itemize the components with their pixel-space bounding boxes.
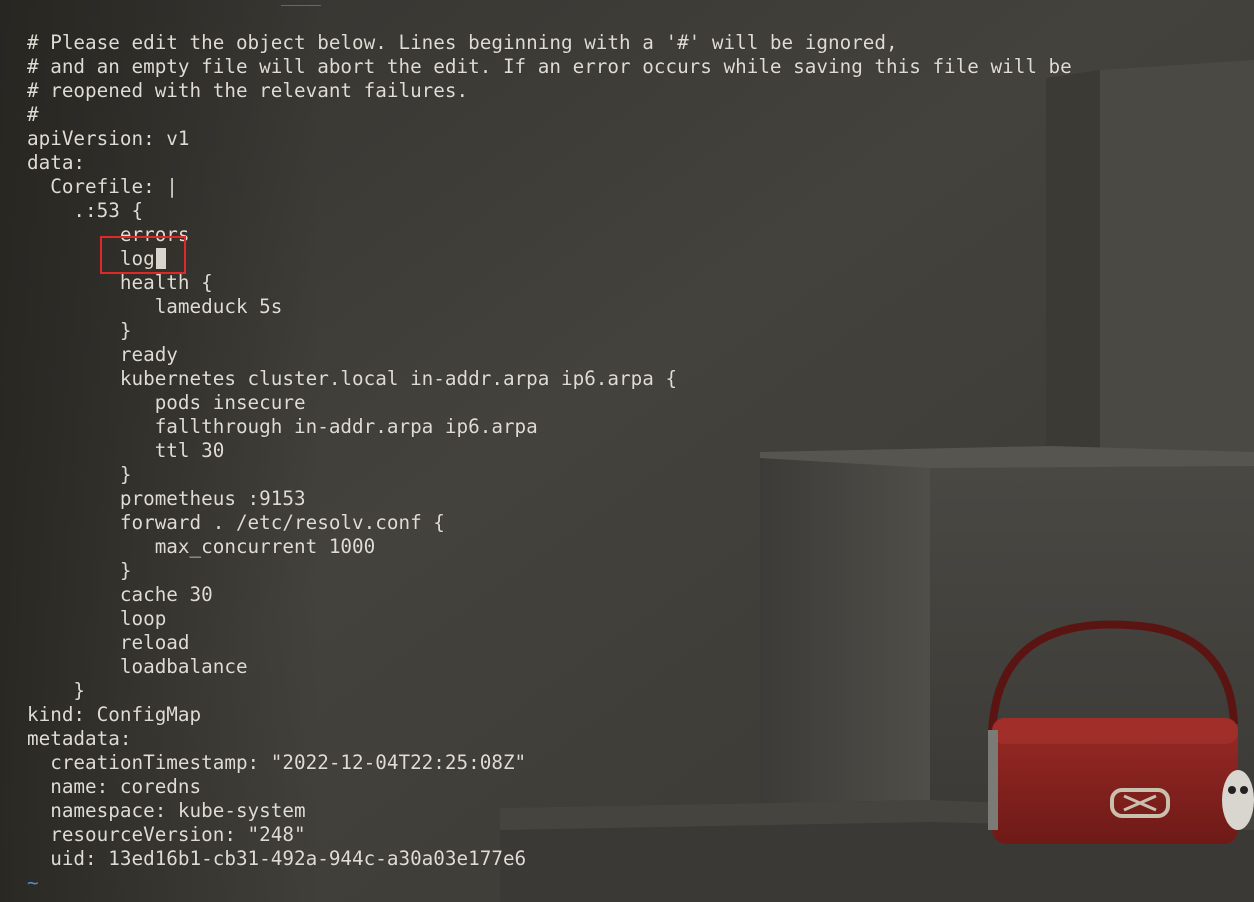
editor-line-text: lameduck 5s <box>27 295 283 318</box>
editor-line[interactable]: } <box>27 463 1072 487</box>
editor-line[interactable]: fallthrough in-addr.arpa ip6.arpa <box>27 415 1072 439</box>
editor-line-text: } <box>27 679 86 702</box>
editor-line-text: Corefile: | <box>27 175 178 198</box>
terminal-window[interactable]: # Please edit the object below. Lines be… <box>0 0 1254 902</box>
editor-line-text: uid: 13ed16b1-cb31-492a-944c-a30a03e177e… <box>27 847 527 870</box>
editor-line[interactable]: # <box>27 103 1072 127</box>
editor-line-text: ttl 30 <box>27 439 225 462</box>
editor-line-text: apiVersion: v1 <box>27 127 190 150</box>
window-edge-marker <box>281 5 321 6</box>
editor-line-text: # and an empty file will abort the edit.… <box>27 55 1072 78</box>
editor-line[interactable]: } <box>27 679 1072 703</box>
editor-line[interactable]: apiVersion: v1 <box>27 127 1072 151</box>
editor-line-text: } <box>27 463 132 486</box>
editor-line[interactable]: } <box>27 559 1072 583</box>
editor-line[interactable]: reload <box>27 631 1072 655</box>
editor-line-text: health { <box>27 271 213 294</box>
editor-line[interactable]: max_concurrent 1000 <box>27 535 1072 559</box>
editor-line-text: pods insecure <box>27 391 306 414</box>
editor-line-text: data: <box>27 151 86 174</box>
editor-line[interactable]: # reopened with the relevant failures. <box>27 79 1072 103</box>
editor-line[interactable]: prometheus :9153 <box>27 487 1072 511</box>
editor-line-text: namespace: kube-system <box>27 799 306 822</box>
editor-line-text: resourceVersion: "248" <box>27 823 306 846</box>
editor-line-text: reload <box>27 631 190 654</box>
editor-line-text: ready <box>27 343 178 366</box>
editor-line-text: loop <box>27 607 167 630</box>
editor-line[interactable]: ready <box>27 343 1072 367</box>
editor-line-text: fallthrough in-addr.arpa ip6.arpa <box>27 415 538 438</box>
editor-line-text: prometheus :9153 <box>27 487 306 510</box>
highlight-annotation-box <box>100 236 186 274</box>
editor-line[interactable]: loop <box>27 607 1072 631</box>
editor-line[interactable]: pods insecure <box>27 391 1072 415</box>
editor-line-text: } <box>27 319 132 342</box>
editor-line-text: } <box>27 559 132 582</box>
editor-line[interactable]: # Please edit the object below. Lines be… <box>27 31 1072 55</box>
editor-line[interactable]: } <box>27 319 1072 343</box>
editor-line-text: metadata: <box>27 727 132 750</box>
editor-line-text: kubernetes cluster.local in-addr.arpa ip… <box>27 367 678 390</box>
editor-line[interactable]: ttl 30 <box>27 439 1072 463</box>
editor-line[interactable]: loadbalance <box>27 655 1072 679</box>
editor-line-text: # reopened with the relevant failures. <box>27 79 469 102</box>
editor-line-text: cache 30 <box>27 583 213 606</box>
editor-line[interactable]: .:53 { <box>27 199 1072 223</box>
editor-line[interactable]: resourceVersion: "248" <box>27 823 1072 847</box>
editor-line-text: loadbalance <box>27 655 248 678</box>
editor-line[interactable]: forward . /etc/resolv.conf { <box>27 511 1072 535</box>
editor-line[interactable]: kubernetes cluster.local in-addr.arpa ip… <box>27 367 1072 391</box>
editor-line[interactable]: cache 30 <box>27 583 1072 607</box>
editor-line[interactable]: uid: 13ed16b1-cb31-492a-944c-a30a03e177e… <box>27 847 1072 871</box>
editor-line[interactable]: namespace: kube-system <box>27 799 1072 823</box>
editor-line-text: .:53 { <box>27 199 144 222</box>
editor-line[interactable]: kind: ConfigMap <box>27 703 1072 727</box>
editor-line-text: name: coredns <box>27 775 202 798</box>
editor-line-text: creationTimestamp: "2022-12-04T22:25:08Z… <box>27 751 527 774</box>
editor-line[interactable]: health { <box>27 271 1072 295</box>
editor-line[interactable]: metadata: <box>27 727 1072 751</box>
editor-line[interactable]: name: coredns <box>27 775 1072 799</box>
editor-line-text: # Please edit the object below. Lines be… <box>27 31 898 54</box>
editor-line-text: # <box>27 103 39 126</box>
editor-line-text: max_concurrent 1000 <box>27 535 376 558</box>
editor-line[interactable]: Corefile: | <box>27 175 1072 199</box>
editor-line[interactable]: data: <box>27 151 1072 175</box>
editor-line-text: forward . /etc/resolv.conf { <box>27 511 445 534</box>
end-of-buffer-marker: ~ <box>27 871 39 894</box>
editor-line[interactable]: creationTimestamp: "2022-12-04T22:25:08Z… <box>27 751 1072 775</box>
vim-editor-buffer[interactable]: # Please edit the object below. Lines be… <box>27 31 1072 895</box>
editor-line-text: kind: ConfigMap <box>27 703 202 726</box>
editor-line[interactable]: lameduck 5s <box>27 295 1072 319</box>
editor-line[interactable]: # and an empty file will abort the edit.… <box>27 55 1072 79</box>
